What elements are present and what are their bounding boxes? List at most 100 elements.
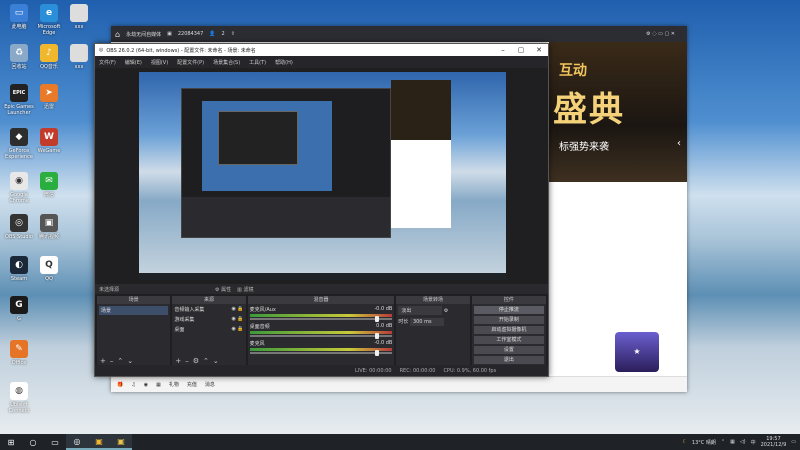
clock[interactable]: 19:57 2021/12/9 <box>761 436 787 448</box>
desktop-icon[interactable]: ◐ Steam <box>2 256 36 282</box>
weather-text[interactable]: 13°C 晴朗 <box>692 439 716 446</box>
volume-slider[interactable] <box>249 333 393 339</box>
desktop-icon[interactable]: ➤ 迅雷 <box>32 84 66 110</box>
scenes-dock: 场景 场景 + – ⌃ ⌄ <box>97 296 171 365</box>
control-button[interactable]: 启动虚拟摄像机 <box>473 326 544 334</box>
desktop-icon[interactable]: W WeGame <box>32 128 66 154</box>
task-view-icon[interactable]: ▭ <box>44 434 66 450</box>
add-icon[interactable]: + <box>175 357 181 365</box>
room-id: 22084347 <box>177 31 204 37</box>
visibility-icon[interactable]: ◉ 🔒 <box>231 306 243 313</box>
event-banner[interactable]: 互动 盛典 标强势来袭 ‹ <box>549 42 687 182</box>
controls-dock: 控件 停止推流 开始录制 启动虚拟摄像机 工作室模式 设置 退出 <box>471 296 546 365</box>
desktop-icon[interactable]: ✉ 微信 <box>32 172 66 198</box>
menu-item[interactable]: 配置文件(P) <box>177 59 204 66</box>
desktop-icon[interactable]: ✎ Office <box>2 340 36 366</box>
obs-titlebar[interactable]: ◎ OBS 26.0.2 (64-bit, windows) - 配置文件: 未… <box>95 44 548 56</box>
mic-icon[interactable]: ♫ <box>131 382 135 388</box>
app-icon: ◍ <box>10 382 28 400</box>
share-icon[interactable]: ⇪ <box>231 31 235 37</box>
weather-icon[interactable]: ☾ <box>682 439 686 445</box>
duration-input[interactable]: 300 ms <box>409 318 444 326</box>
desktop-icon-label: Epic Games Launcher <box>4 104 34 116</box>
gear-icon[interactable]: ⚙ <box>193 357 199 365</box>
desktop-icon[interactable]: ◆ GeForce Experience <box>2 128 36 160</box>
down-icon[interactable]: ⌄ <box>127 357 133 365</box>
chevron-up-icon[interactable]: ⌃ <box>721 439 725 445</box>
duration-label: 时长 <box>398 319 409 325</box>
desktop-icon[interactable]: ♪ QQ音乐 <box>32 44 66 70</box>
home-icon[interactable]: ⌂ <box>115 30 120 39</box>
up-icon[interactable]: ⌃ <box>203 357 209 365</box>
app-icon: G <box>10 296 28 314</box>
desktop-icon[interactable]: ◎ OBS Studio <box>2 214 36 240</box>
desktop-icon-label: 微信 <box>43 192 54 198</box>
obs-preview[interactable] <box>139 72 506 280</box>
filters-button[interactable]: ▥ 滤镜 <box>237 286 253 293</box>
control-button[interactable]: 停止推流 <box>473 306 544 314</box>
menu-item[interactable]: 视图(V) <box>151 59 168 66</box>
desktop-icon[interactable]: xxx <box>62 4 96 30</box>
down-icon[interactable]: ⌄ <box>213 357 219 365</box>
up-icon[interactable]: ⌃ <box>117 357 123 365</box>
menu-item[interactable]: 文件(F) <box>99 59 116 66</box>
desktop-icon[interactable]: GG <box>2 296 36 322</box>
desktop-icon[interactable]: ◉ Google Chrome <box>2 172 36 204</box>
desktop-icon[interactable]: EPIC Epic Games Launcher <box>2 84 36 116</box>
control-button[interactable]: 设置 <box>473 346 544 354</box>
app-taskbar-icon-1[interactable]: ▣ <box>88 434 110 450</box>
scene-item[interactable]: 场景 <box>99 306 169 315</box>
source-item[interactable]: 桌面 ◉ 🔒 <box>174 326 243 333</box>
desktop-icon[interactable]: Q QQ <box>32 256 66 282</box>
layout-icon[interactable]: ▦ <box>156 382 161 388</box>
desktop-icon[interactable]: ▭ 此电脑 <box>2 4 36 30</box>
visibility-icon[interactable]: ◉ 🔒 <box>231 316 243 323</box>
desktop-icon[interactable]: ▣ 腾讯视频 <box>32 214 66 240</box>
bottom-item-2[interactable]: 消息 <box>205 381 215 388</box>
menu-item[interactable]: 编辑(E) <box>125 59 142 66</box>
add-icon[interactable]: + <box>100 357 106 365</box>
network-icon[interactable]: ▦ <box>730 439 735 445</box>
notification-icon[interactable]: ▭ <box>791 439 796 445</box>
control-button[interactable]: 退出 <box>473 356 544 364</box>
gear-icon[interactable]: ⚙ <box>444 308 448 314</box>
desktop-icon[interactable]: ♻ 回收站 <box>2 44 36 70</box>
app-icon: ◆ <box>10 128 28 146</box>
desktop-icon[interactable]: ◍ Ubisoft Connect <box>2 382 36 414</box>
volume-icon[interactable]: ◁) <box>740 439 746 445</box>
volume-slider[interactable] <box>249 316 393 322</box>
desktop-icon[interactable]: xxx <box>62 44 96 70</box>
gift-icon[interactable]: 🎁 <box>117 382 123 388</box>
ime-icon[interactable]: 中 <box>751 439 756 446</box>
menu-item[interactable]: 场景集合(S) <box>213 59 240 66</box>
menu-item[interactable]: 帮助(H) <box>275 59 293 66</box>
search-icon[interactable]: ○ <box>22 434 44 450</box>
control-button[interactable]: 开始录制 <box>473 316 544 324</box>
control-button[interactable]: 工作室模式 <box>473 336 544 344</box>
start-button[interactable]: ⊞ <box>0 434 22 450</box>
remove-icon[interactable]: – <box>185 357 189 365</box>
bottom-item-0[interactable]: 礼物 <box>169 381 179 388</box>
volume-slider[interactable] <box>249 350 393 356</box>
remove-icon[interactable]: – <box>110 357 114 365</box>
promo-sticker[interactable]: ★ <box>615 332 659 372</box>
source-item[interactable]: 游戏采集 ◉ 🔒 <box>174 316 243 323</box>
settings-icon[interactable]: ⚙ ◌ ▭ ▢ ✕ <box>646 31 675 37</box>
obs-taskbar-icon[interactable]: ◎ <box>66 434 88 450</box>
visibility-icon[interactable]: ◉ 🔒 <box>231 326 243 333</box>
desktop-icon[interactable]: e Microsoft Edge <box>32 4 66 36</box>
camera-icon[interactable]: ◉ <box>144 382 148 388</box>
properties-button[interactable]: ⚙ 属性 <box>215 286 231 293</box>
viewer-icon: 👤 <box>209 31 216 37</box>
close-button[interactable]: ✕ <box>530 46 548 54</box>
minimize-button[interactable]: – <box>494 46 512 54</box>
menu-item[interactable]: 工具(T) <box>249 59 266 66</box>
source-item[interactable]: 音频输入采集 ◉ 🔒 <box>174 306 243 313</box>
bottom-item-1[interactable]: 充值 <box>187 381 197 388</box>
obs-window[interactable]: ◎ OBS 26.0.2 (64-bit, windows) - 配置文件: 未… <box>94 43 549 377</box>
app-taskbar-icon-2[interactable]: ▣ <box>110 434 132 450</box>
live-app-titlebar[interactable]: ⌂ 永劫无间自媒体 ▣ 22084347 👤 2 ⇪ ⚙ ◌ ▭ ▢ ✕ <box>111 26 687 42</box>
maximize-button[interactable]: ▢ <box>512 46 530 54</box>
chevron-right-icon[interactable]: ‹ <box>677 138 681 149</box>
transition-select[interactable]: 淡出 <box>398 306 443 315</box>
